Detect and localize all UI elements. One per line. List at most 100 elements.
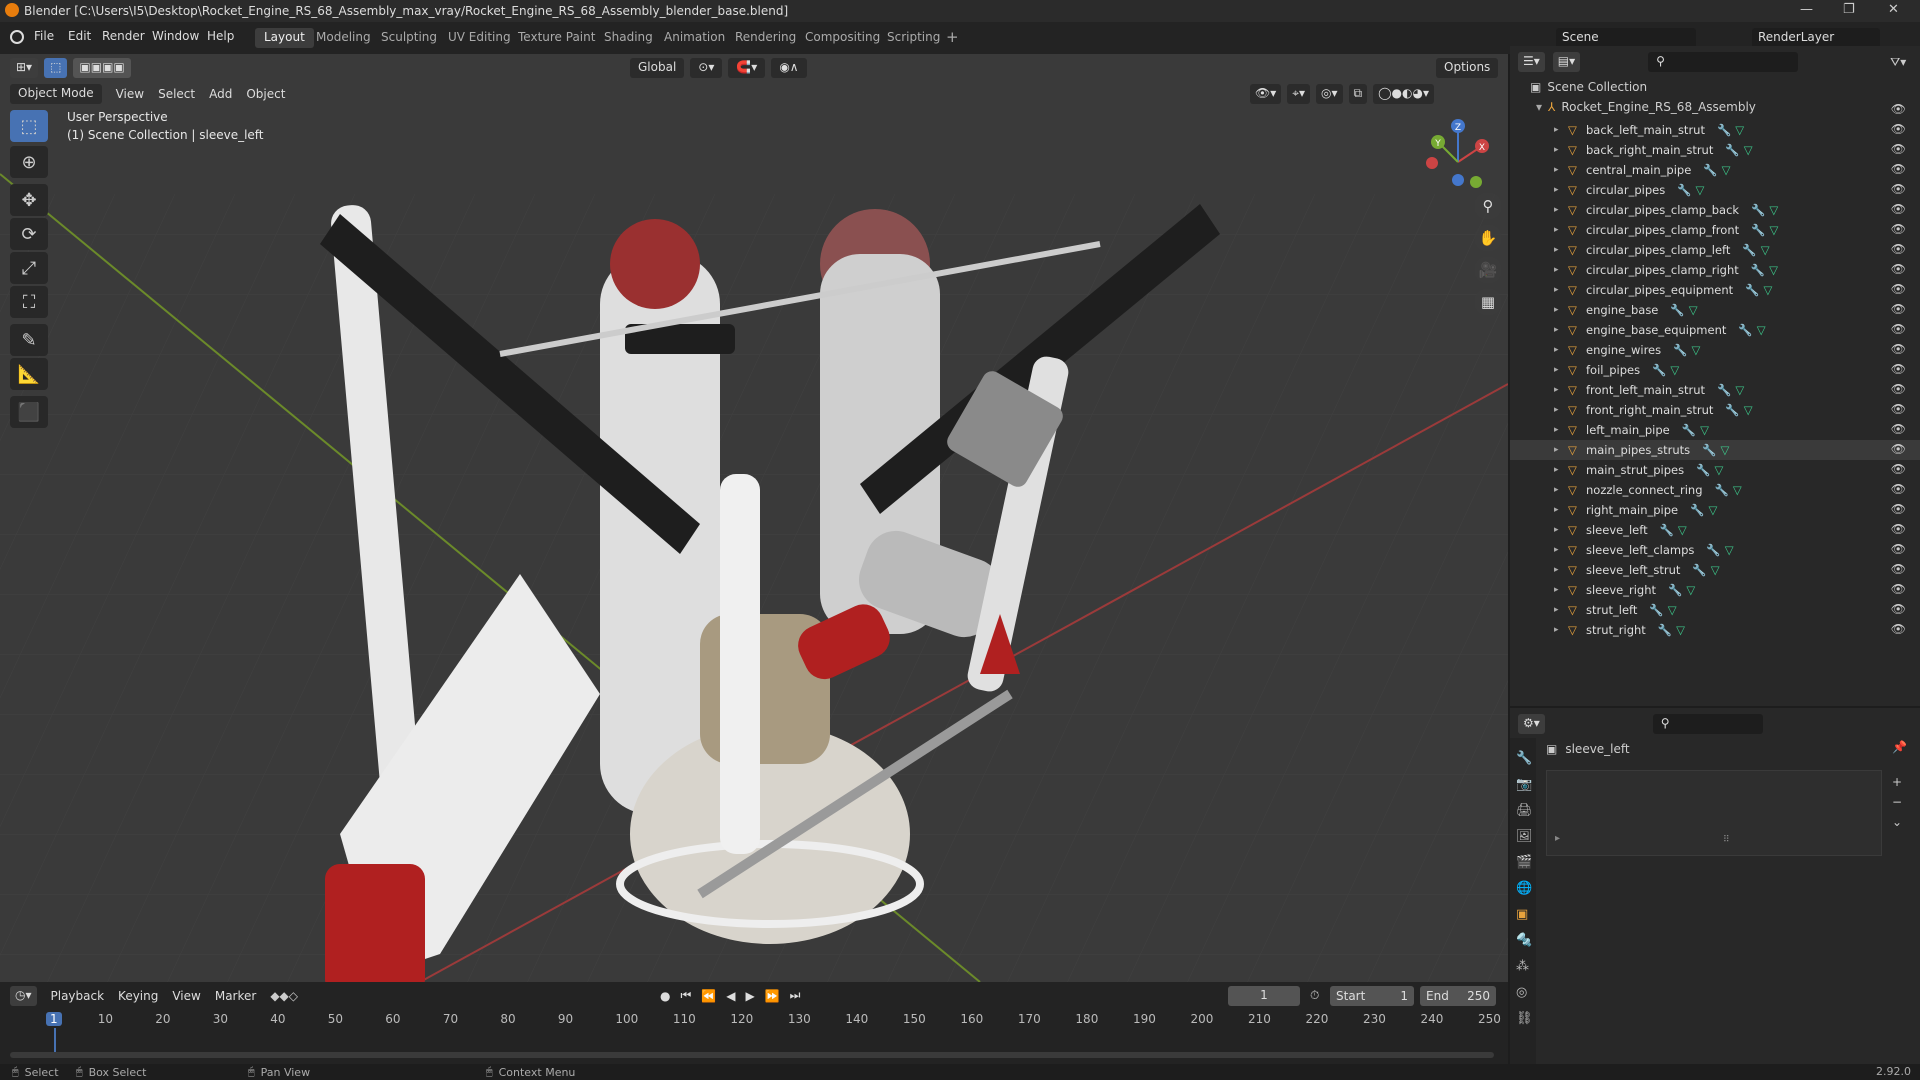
visibility-eye-icon[interactable]: 👁 bbox=[1891, 482, 1906, 496]
minimize-button[interactable]: — bbox=[1800, 2, 1813, 17]
mesh-data-icon[interactable]: ▽ bbox=[1744, 143, 1753, 157]
visibility-eye-icon[interactable]: 👁 bbox=[1891, 422, 1906, 436]
expand-arrow-icon[interactable]: ▸ bbox=[1554, 585, 1568, 595]
modifier-wrench-icon[interactable]: 🔧 bbox=[1670, 303, 1684, 317]
modifier-tab-icon[interactable]: 🔩 bbox=[1516, 928, 1532, 954]
expand-arrow-icon[interactable]: ▸ bbox=[1554, 185, 1568, 195]
blender-menu-icon[interactable] bbox=[10, 30, 24, 44]
select-box-icon[interactable]: ⬚ bbox=[10, 110, 48, 142]
visibility-eye-icon[interactable]: 👁 bbox=[1891, 362, 1906, 376]
outliner-search-input[interactable]: ⚲ bbox=[1648, 52, 1799, 72]
outliner-item-foil-pipes[interactable]: ▸ ▽ foil_pipes 🔧 ▽ 👁 bbox=[1510, 360, 1920, 380]
mesh-data-icon[interactable]: ▽ bbox=[1744, 403, 1753, 417]
visibility-eye-icon[interactable]: 👁 bbox=[1891, 602, 1906, 616]
visibility-eye-icon[interactable]: 👁 bbox=[1891, 142, 1906, 156]
visibility-eye-icon[interactable]: 👁 bbox=[1891, 302, 1906, 316]
mesh-data-icon[interactable]: ▽ bbox=[1735, 123, 1744, 137]
3d-viewport[interactable]: X Z Y ⊞▾ ⬚ ▣▣▣▣ Global ⊙▾ 🧲▾ ◉∧ Options … bbox=[0, 54, 1508, 982]
visibility-eye-icon[interactable]: 👁 bbox=[1891, 262, 1906, 276]
outliner-item-left-main-pipe[interactable]: ▸ ▽ left_main_pipe 🔧 ▽ 👁 bbox=[1510, 420, 1920, 440]
transform-orientation[interactable]: Global bbox=[630, 58, 685, 78]
outliner-item-circular-pipes-clamp-right[interactable]: ▸ ▽ circular_pipes_clamp_right 🔧 ▽ 👁 bbox=[1510, 260, 1920, 280]
visibility-eye-icon[interactable]: 👁 bbox=[1891, 162, 1906, 176]
mesh-data-icon[interactable]: ▽ bbox=[1720, 443, 1729, 457]
measure-icon[interactable]: 📐 bbox=[10, 358, 48, 390]
outliner-item-circular-pipes-clamp-front[interactable]: ▸ ▽ circular_pipes_clamp_front 🔧 ▽ 👁 bbox=[1510, 220, 1920, 240]
expand-arrow-icon[interactable]: ▸ bbox=[1554, 565, 1568, 575]
expand-arrow-icon[interactable]: ▸ bbox=[1554, 225, 1568, 235]
tab-layout[interactable]: Layout bbox=[255, 28, 314, 48]
modifier-wrench-icon[interactable]: 🔧 bbox=[1725, 143, 1739, 157]
modifier-wrench-icon[interactable]: 🔧 bbox=[1652, 363, 1666, 377]
modifier-wrench-icon[interactable]: 🔧 bbox=[1751, 203, 1765, 217]
expand-arrow-icon[interactable]: ▸ bbox=[1554, 145, 1568, 155]
annotate-icon[interactable]: ✎ bbox=[10, 324, 48, 356]
modifier-wrench-icon[interactable]: 🔧 bbox=[1725, 403, 1739, 417]
menu-window[interactable]: Window bbox=[152, 29, 199, 43]
zoom-icon[interactable]: ⚲ bbox=[1474, 192, 1502, 220]
expand-arrow-icon[interactable]: ▸ bbox=[1555, 833, 1560, 844]
viewport-menu-select[interactable]: Select bbox=[158, 87, 195, 101]
modifier-wrench-icon[interactable]: 🔧 bbox=[1658, 623, 1672, 637]
menu-file[interactable]: File bbox=[34, 29, 54, 43]
outliner-item-engine-base[interactable]: ▸ ▽ engine_base 🔧 ▽ 👁 bbox=[1510, 300, 1920, 320]
expand-arrow-icon[interactable]: ▸ bbox=[1554, 425, 1568, 435]
expand-arrow-icon[interactable]: ▸ bbox=[1554, 485, 1568, 495]
move-icon[interactable]: ✥ bbox=[10, 184, 48, 216]
outliner-editor-icon[interactable]: ☰▾ bbox=[1518, 52, 1545, 72]
menu-render[interactable]: Render bbox=[102, 29, 145, 43]
outliner-item-sleeve-left-clamps[interactable]: ▸ ▽ sleeve_left_clamps 🔧 ▽ 👁 bbox=[1510, 540, 1920, 560]
visibility-eye-icon[interactable]: 👁 bbox=[1891, 282, 1906, 296]
remove-slot-icon[interactable]: − bbox=[1892, 792, 1902, 812]
modifier-wrench-icon[interactable]: 🔧 bbox=[1702, 443, 1716, 457]
mesh-data-icon[interactable]: ▽ bbox=[1708, 503, 1717, 517]
scene-tab-icon[interactable]: 🎬 bbox=[1516, 850, 1532, 876]
render-tab-icon[interactable]: 📷 bbox=[1516, 772, 1532, 798]
outliner-item-right-main-pipe[interactable]: ▸ ▽ right_main_pipe 🔧 ▽ 👁 bbox=[1510, 500, 1920, 520]
selection-mode-icons[interactable]: ▣▣▣▣ bbox=[73, 58, 131, 78]
tab-scripting[interactable]: Scripting bbox=[878, 28, 949, 48]
outliner-item-nozzle-connect-ring[interactable]: ▸ ▽ nozzle_connect_ring 🔧 ▽ 👁 bbox=[1510, 480, 1920, 500]
visibility-eye-icon[interactable]: 👁 bbox=[1891, 182, 1906, 196]
visibility-eye-icon[interactable]: 👁 bbox=[1891, 122, 1906, 136]
modifier-wrench-icon[interactable]: 🔧 bbox=[1717, 383, 1731, 397]
modifier-wrench-icon[interactable]: 🔧 bbox=[1706, 543, 1720, 557]
rotate-icon[interactable]: ⟳ bbox=[10, 218, 48, 250]
visibility-eye-icon[interactable]: 👁 bbox=[1891, 222, 1906, 236]
expand-arrow-icon[interactable]: ▸ bbox=[1554, 385, 1568, 395]
close-button[interactable]: ✕ bbox=[1888, 2, 1899, 17]
expand-arrow-icon[interactable]: ▸ bbox=[1554, 285, 1568, 295]
tab-rendering[interactable]: Rendering bbox=[726, 28, 805, 48]
expand-arrow-icon[interactable]: ▸ bbox=[1554, 505, 1568, 515]
options-button[interactable]: Options bbox=[1436, 58, 1499, 78]
maximize-button[interactable]: ❐ bbox=[1843, 2, 1855, 17]
visibility-eye-icon[interactable]: 👁 bbox=[1891, 582, 1906, 596]
outliner-item-back-right-main-strut[interactable]: ▸ ▽ back_right_main_strut 🔧 ▽ 👁 bbox=[1510, 140, 1920, 160]
expand-arrow-icon[interactable]: ▸ bbox=[1554, 465, 1568, 475]
timeline-scrollbar[interactable] bbox=[10, 1052, 1494, 1058]
outliner-item-circular-pipes-clamp-back[interactable]: ▸ ▽ circular_pipes_clamp_back 🔧 ▽ 👁 bbox=[1510, 200, 1920, 220]
add-cube-icon[interactable]: ⬛ bbox=[10, 396, 48, 428]
mesh-data-icon[interactable]: ▽ bbox=[1711, 563, 1720, 577]
visibility-eye-icon[interactable]: 👁 bbox=[1891, 462, 1906, 476]
outliner-item-circular-pipes-clamp-left[interactable]: ▸ ▽ circular_pipes_clamp_left 🔧 ▽ 👁 bbox=[1510, 240, 1920, 260]
modifier-wrench-icon[interactable]: 🔧 bbox=[1703, 163, 1717, 177]
transform-icon[interactable]: ⛶ bbox=[10, 286, 48, 318]
modifier-wrench-icon[interactable]: 🔧 bbox=[1745, 283, 1759, 297]
menu-edit[interactable]: Edit bbox=[68, 29, 91, 43]
expand-arrow-icon[interactable]: ▸ bbox=[1554, 545, 1568, 555]
overlay-toggle-icon[interactable]: ◎▾ bbox=[1316, 84, 1343, 104]
modifier-wrench-icon[interactable]: 🔧 bbox=[1682, 423, 1696, 437]
tab-compositing[interactable]: Compositing bbox=[796, 28, 889, 48]
mesh-data-icon[interactable]: ▽ bbox=[1678, 523, 1687, 537]
expand-arrow-icon[interactable]: ▸ bbox=[1554, 345, 1568, 355]
scale-icon[interactable]: ⤢ bbox=[10, 252, 48, 284]
output-tab-icon[interactable]: 🖨 bbox=[1516, 798, 1533, 824]
slot-menu-icon[interactable]: ⌄ bbox=[1892, 812, 1902, 832]
visibility-eye-icon[interactable]: 👁 bbox=[1891, 322, 1906, 336]
modifier-wrench-icon[interactable]: 🔧 bbox=[1673, 343, 1687, 357]
properties-search-input[interactable]: ⚲ bbox=[1652, 714, 1763, 734]
select-tool-icon[interactable]: ⬚ bbox=[44, 58, 68, 78]
expand-arrow-icon[interactable]: ▸ bbox=[1554, 405, 1568, 415]
mesh-data-icon[interactable]: ▽ bbox=[1764, 283, 1773, 297]
